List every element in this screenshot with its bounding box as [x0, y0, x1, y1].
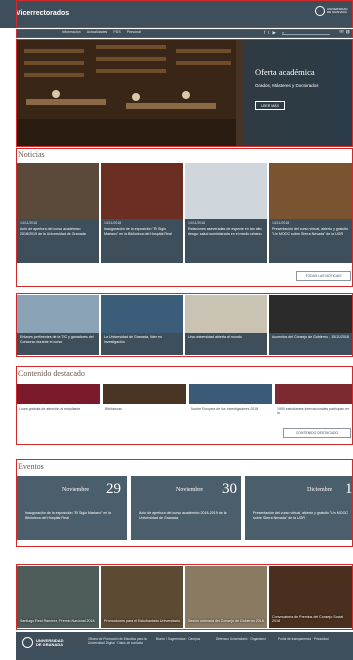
strip-frame: [16, 293, 353, 357]
footer-column[interactable]: Portal de transparencia · Privacidad: [278, 637, 338, 641]
events-frame: [16, 459, 353, 547]
footer-logo[interactable]: UNIVERSIDAD DE GRANADA: [22, 637, 64, 648]
footer-column[interactable]: Buzón / Sugerencias · Campus: [156, 637, 206, 641]
top-bar-frame: [16, 0, 353, 28]
seal-icon: [22, 637, 33, 648]
bottom-cards-frame: [16, 564, 353, 630]
hero-frame: [16, 39, 353, 147]
navbar-frame: [16, 29, 353, 38]
footer-column[interactable]: Oficina de Promoción de Estudios para la…: [88, 637, 150, 646]
footer-logo-text: UNIVERSIDAD DE GRANADA: [36, 637, 64, 647]
news-frame: [16, 148, 353, 287]
featured-frame: [16, 366, 353, 445]
footer-column[interactable]: Defensor Universitario · Organismo: [216, 637, 268, 641]
footer: UNIVERSIDAD DE GRANADA Oficina de Promoc…: [16, 632, 353, 660]
